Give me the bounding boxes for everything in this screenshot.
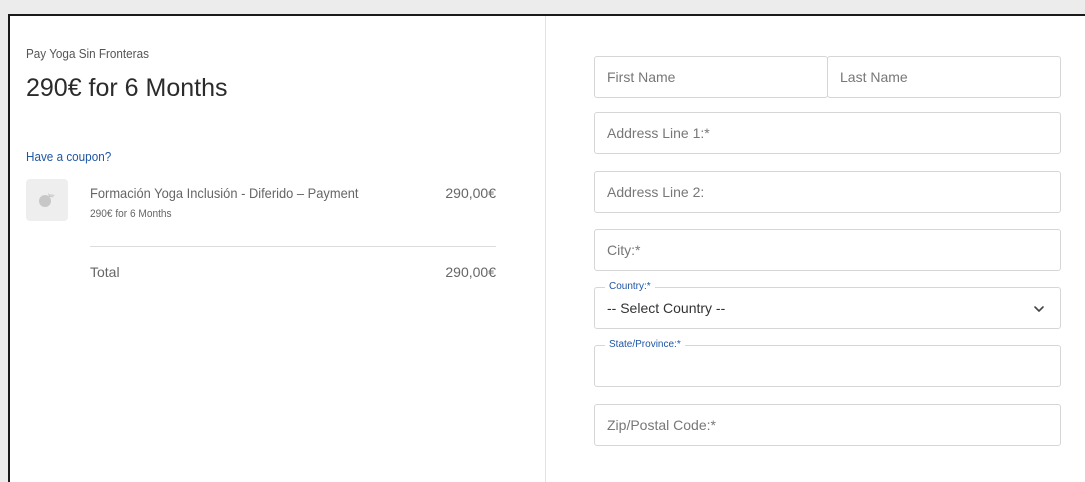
product-thumbnail [26,179,68,221]
last-name-input[interactable] [828,57,1060,97]
total-label: Total [90,264,120,280]
zip-field [594,404,1061,446]
zip-input[interactable] [595,405,1060,445]
address-line-1-input[interactable] [595,113,1060,153]
country-select[interactable]: Country:* -- Select Country -- [594,280,1061,329]
state-label: State/Province:* [605,338,685,352]
city-input[interactable] [595,230,1060,270]
state-input[interactable] [595,346,1060,386]
first-name-field [594,56,828,98]
product-placeholder-icon [39,193,55,207]
address-line-2-field [594,171,1061,213]
line-item-price: 290,00€ [445,185,496,201]
store-name: Pay Yoga Sin Fronteras [26,46,149,61]
city-field [594,229,1061,271]
first-name-input[interactable] [595,57,827,97]
plan-title: 290€ for 6 Months [26,74,228,102]
country-label: Country:* [605,280,655,294]
checkout-frame: Pay Yoga Sin Fronteras 290€ for 6 Months… [8,14,1085,482]
coupon-link[interactable]: Have a coupon? [26,149,111,164]
address-line-2-input[interactable] [595,172,1060,212]
state-field: State/Province:* [594,338,1061,387]
panel-divider [545,16,546,482]
chevron-down-icon [1034,306,1044,312]
last-name-field [827,56,1061,98]
address-line-1-field [594,112,1061,154]
line-item-subtitle: 290€ for 6 Months [90,208,172,220]
total-value: 290,00€ [445,264,496,280]
country-selected-value: -- Select Country -- [607,300,726,316]
line-item-name: Formación Yoga Inclusión - Diferido – Pa… [90,185,359,201]
summary-separator [90,246,496,247]
